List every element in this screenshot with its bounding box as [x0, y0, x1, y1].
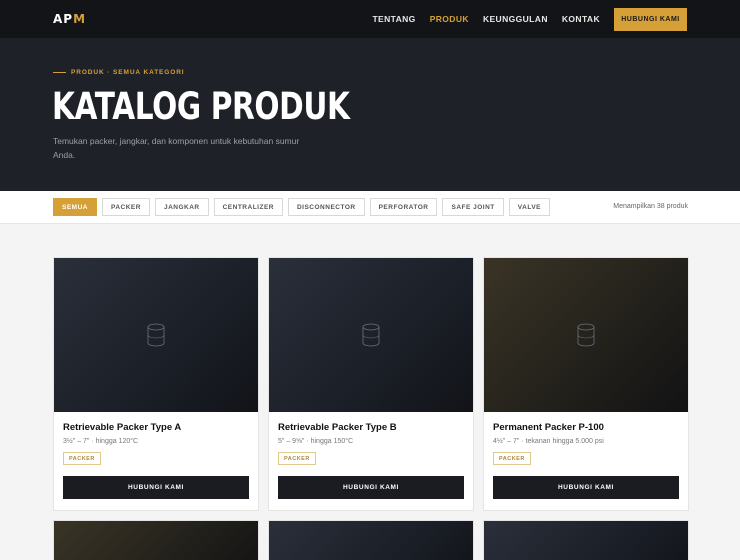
breadcrumb: PRODUK · SEMUA KATEGORI	[53, 69, 185, 76]
contact-us-button[interactable]: HUBUNGI KAMI	[614, 7, 687, 31]
filter-chip-valve[interactable]: VALVE	[508, 198, 550, 216]
logo-text: AP	[53, 12, 74, 26]
main-nav: TENTANG PRODUK KEUNGGULAN KONTAK HUBUNGI…	[358, 7, 687, 31]
contact-button[interactable]: HUBUNGI KAMI	[63, 476, 249, 499]
product-card[interactable]: Retrievable Packer Type B 5" – 9⅝" · hin…	[268, 257, 474, 511]
page-title: KATALOG PRODUK	[52, 85, 350, 128]
cylinder-icon	[577, 323, 595, 347]
breadcrumb-text: PRODUK · SEMUA KATEGORI	[71, 69, 185, 76]
contact-button[interactable]: HUBUNGI KAMI	[278, 476, 464, 499]
product-title: Permanent Packer P-100	[493, 422, 604, 433]
product-image-placeholder	[484, 258, 688, 412]
product-card[interactable]	[268, 520, 474, 560]
category-filter-bar: SEMUA PACKER JANGKAR CENTRALIZER DISCONN…	[0, 191, 740, 224]
filter-chip-centralizer[interactable]: CENTRALIZER	[213, 198, 283, 216]
nav-link-tentang[interactable]: TENTANG	[372, 14, 415, 24]
product-card[interactable]: Permanent Packer P-100 4½" – 7" · tekana…	[483, 257, 689, 511]
category-chips: SEMUA PACKER JANGKAR CENTRALIZER DISCONN…	[53, 198, 550, 216]
product-title: Retrievable Packer Type B	[278, 422, 397, 433]
filter-chip-jangkar[interactable]: JANGKAR	[154, 198, 209, 216]
product-category-tag: PACKER	[63, 452, 101, 465]
cylinder-icon	[147, 323, 165, 347]
brand-logo[interactable]: APM	[53, 12, 86, 26]
nav-link-kontak[interactable]: KONTAK	[562, 14, 600, 24]
filter-chip-perforator[interactable]: PERFORATOR	[369, 198, 438, 216]
top-navbar: APM TENTANG PRODUK KEUNGGULAN KONTAK HUB…	[0, 0, 740, 38]
contact-button[interactable]: HUBUNGI KAMI	[493, 476, 679, 499]
product-image-placeholder	[269, 258, 473, 412]
filter-chip-disconnector[interactable]: DISCONNECTOR	[287, 198, 365, 216]
nav-link-keunggulan[interactable]: KEUNGGULAN	[483, 14, 548, 24]
cylinder-icon	[362, 323, 380, 347]
product-spec: 4½" – 7" · tekanan hingga 5.000 psi	[493, 438, 604, 445]
filter-chip-safe-joint[interactable]: SAFE JOINT	[442, 198, 504, 216]
product-image-placeholder	[269, 521, 473, 560]
product-image-placeholder	[54, 521, 258, 560]
product-card[interactable]: Retrievable Packer Type A 3½" – 7" · hin…	[53, 257, 259, 511]
product-card[interactable]	[53, 520, 259, 560]
page-subtitle: Temukan packer, jangkar, dan komponen un…	[53, 136, 300, 160]
product-spec: 5" – 9⅝" · hingga 150°C	[278, 438, 354, 445]
product-category-tag: PACKER	[278, 452, 316, 465]
filter-chip-semua[interactable]: SEMUA	[53, 198, 97, 216]
product-image-placeholder	[484, 521, 688, 560]
product-image-placeholder	[54, 258, 258, 412]
hero-section: PRODUK · SEMUA KATEGORI KATALOG PRODUK T…	[0, 38, 740, 191]
product-category-tag: PACKER	[493, 452, 531, 465]
nav-link-produk[interactable]: PRODUK	[430, 14, 469, 24]
product-grid: Retrievable Packer Type A 3½" – 7" · hin…	[53, 257, 689, 560]
breadcrumb-line	[53, 72, 66, 73]
product-title: Retrievable Packer Type A	[63, 422, 182, 433]
product-card[interactable]	[483, 520, 689, 560]
product-spec: 3½" – 7" · hingga 120°C	[63, 438, 139, 445]
filter-chip-packer[interactable]: PACKER	[101, 198, 150, 216]
product-count: Menampilkan 38 produk	[613, 203, 688, 210]
logo-accent-text: M	[73, 12, 87, 26]
